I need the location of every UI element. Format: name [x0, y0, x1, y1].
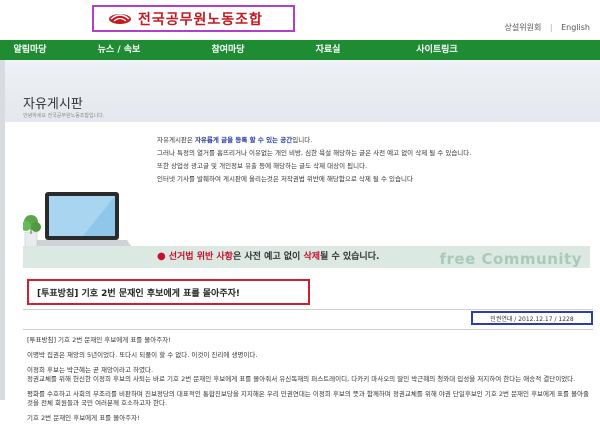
divider: [23, 309, 593, 310]
banner-line-3: 또한 상업성 광고글 및 개인정보 유출 등에 해당하는 글도 삭제 대상이 됩…: [157, 162, 368, 170]
post-paragraph: 기호 2번 문재인 후보에게 표를 몰아주자!: [27, 414, 140, 422]
title-band: 자유게시판 안녕하세요 전국공무원노동조합입니다.: [5, 60, 600, 122]
banner-line-2: 그러나 특정의 열거를 흡뜨리거나 이유없는 개인 비방, 심한 욕설 해당하는…: [157, 149, 472, 157]
post-title: [투표방침] 기호 2번 문재인 후보에게 표를 몰아주자!: [37, 288, 240, 299]
logo-emblem-icon: [109, 14, 131, 24]
page-subtitle: 안녕하세요 전국공무원노동조합입니다.: [23, 113, 105, 119]
banner-text: 자유게시판은 자유롭게 글을 등록 할 수 있는 공간입니다. 그러나 특정의 …: [157, 134, 497, 186]
banner-highlight: 자유롭게 글을 등록 할 수 있는 공간: [194, 136, 293, 144]
divider: [23, 329, 593, 330]
header: 전국공무원노동조합 상설위원회 | English: [0, 0, 600, 40]
election-law-warning: ● 선거법 위반 사항은 사전 예고 없이 삭제될 수 있습니다.: [157, 251, 380, 262]
main-content: 자유게시판 안녕하세요 전국공무원노동조합입니다. 자유게시판은 자유롭게 글을…: [5, 60, 600, 422]
warning-dot-icon: ●: [157, 251, 166, 262]
notice-banner: 자유게시판은 자유롭게 글을 등록 할 수 있는 공간입니다. 그러나 특정의 …: [23, 134, 590, 274]
post-meta-box: 민권연대 / 2012.12.17 / 1228: [471, 311, 593, 325]
post-title-box: [투표방침] 기호 2번 문재인 후보에게 표를 몰아주자!: [27, 279, 310, 305]
post-meta: 민권연대 / 2012.12.17 / 1228: [490, 315, 574, 323]
nav-item-sitelinks[interactable]: 사이트링크: [378, 40, 496, 60]
link-committee[interactable]: 상설위원회: [505, 23, 542, 32]
post-paragraph: 이정희 후보는 박근혜는 곧 재앙이라고 하였다. 정권교체를 위해 헌신한 이…: [27, 366, 576, 383]
banner-line-4: 인터넷 기사를 발췌하여 게시판에 올리는것은 저작권법 위반에 해당함으로 삭…: [157, 175, 413, 183]
banner-line-1: 자유게시판은 자유롭게 글을 등록 할 수 있는 공간입니다.: [157, 136, 313, 144]
page-title: 자유게시판: [23, 97, 83, 112]
post-paragraph: 이명박 집권은 재앙의 5년이었다. 또다시 되풀이 할 수 없다. 이것이 진…: [27, 351, 258, 359]
nav-item-news[interactable]: 뉴스 / 속보: [60, 40, 178, 60]
link-english[interactable]: English: [561, 23, 590, 32]
post-paragraph: [투표방침] 기호 2번 문재인 후보에게 표를 몰아주자!: [27, 336, 171, 344]
link-separator: |: [549, 23, 553, 32]
post-paragraph: 평화를 수호하고 사회의 부조리를 비판하며 진보정당의 대표적인 통합진보당을…: [27, 390, 590, 407]
nav-item-notice[interactable]: 알림마당: [0, 40, 60, 60]
main-nav: 알림마당 뉴스 / 속보 참여마당 자료실 사이트링크: [0, 40, 600, 60]
top-links: 상설위원회 | English: [499, 22, 591, 33]
free-community-label: free Community: [439, 250, 582, 268]
nav-item-archive[interactable]: 자료실: [278, 40, 378, 60]
logo-text: 전국공무원노동조합: [138, 11, 263, 28]
post-body: [투표방침] 기호 2번 문재인 후보에게 표를 몰아주자! 이명박 집권은 재…: [27, 336, 592, 429]
union-logo[interactable]: 전국공무원노동조합: [92, 5, 295, 32]
nav-item-participation[interactable]: 참여마당: [178, 40, 278, 60]
